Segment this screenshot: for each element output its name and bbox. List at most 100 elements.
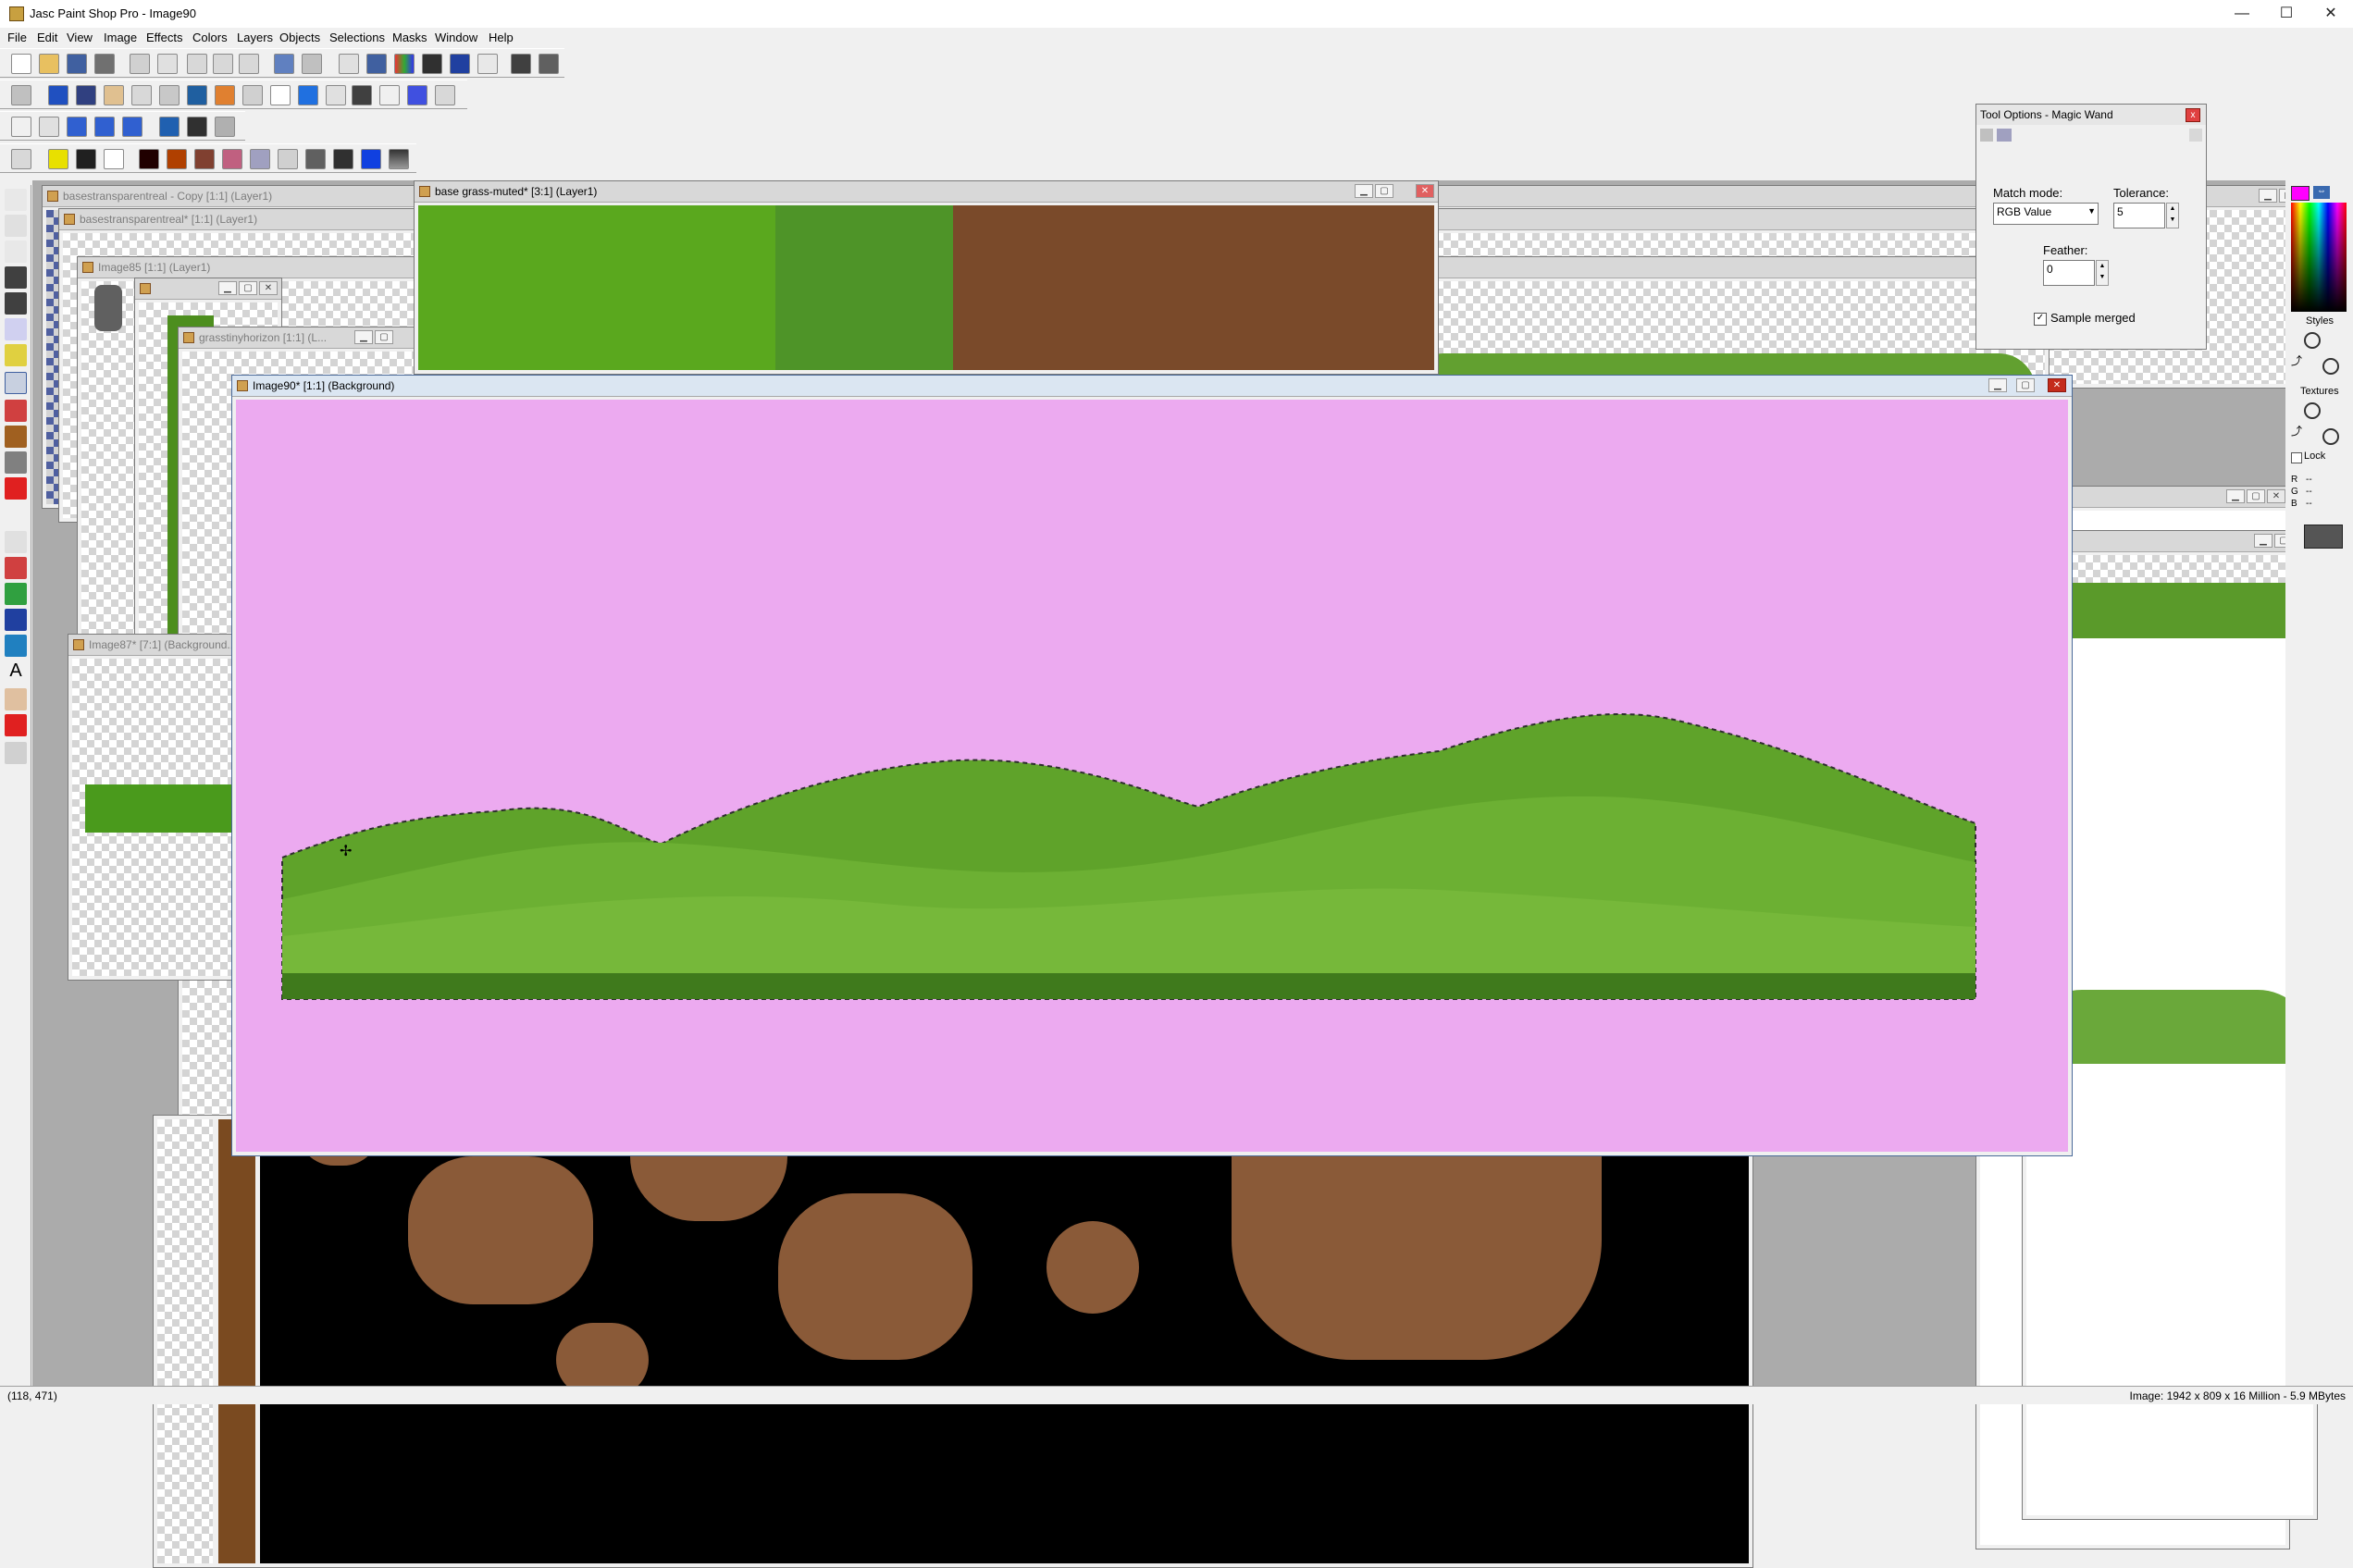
doc-minimize-button[interactable]: ▁	[1988, 378, 2007, 392]
arrow-first-icon[interactable]	[122, 117, 142, 137]
doc-minimize-button[interactable]: ▁	[2226, 489, 2245, 503]
layer-palette-icon[interactable]	[450, 54, 470, 74]
grayscale-icon[interactable]	[242, 85, 263, 105]
filters-icon[interactable]	[435, 85, 455, 105]
color-palette-icon[interactable]	[394, 54, 415, 74]
menu-edit[interactable]: Edit	[37, 31, 57, 44]
menu-view[interactable]: View	[67, 31, 93, 44]
mask-icon[interactable]	[139, 149, 159, 169]
tolerance-input[interactable]: 5	[2113, 203, 2165, 228]
menu-image[interactable]: Image	[104, 31, 137, 44]
menu-help[interactable]: Help	[489, 31, 514, 44]
document-title-bar[interactable]: ▁ ▢ ✕	[1403, 209, 2049, 230]
tool-options-close-button[interactable]: x	[2186, 108, 2200, 122]
dropper-tool-icon[interactable]	[5, 400, 27, 422]
document-window-dirt[interactable]	[153, 1115, 1753, 1568]
cut-icon[interactable]	[187, 54, 207, 74]
swap-colors-icon[interactable]: ⇔	[2313, 186, 2330, 199]
full-screen-icon[interactable]	[302, 54, 322, 74]
airbrush-tool-icon[interactable]	[5, 609, 27, 631]
merge-icon[interactable]	[215, 117, 235, 137]
menu-objects[interactable]: Objects	[279, 31, 320, 44]
styles-none-icon-2[interactable]	[2322, 358, 2339, 375]
document-title-bar[interactable]: Image85 [1:1] (Layer1)	[78, 257, 446, 278]
crop-tool-icon[interactable]	[5, 266, 27, 289]
paint-brush-icon[interactable]	[11, 149, 31, 169]
histogram-icon[interactable]	[422, 54, 442, 74]
document-title-bar[interactable]: basestransparentreal* [1:1] (Layer1)	[59, 209, 446, 230]
canvas-size-icon[interactable]	[159, 85, 180, 105]
crosshair-icon[interactable]	[11, 117, 31, 137]
menu-file[interactable]: File	[7, 31, 27, 44]
draw-tool-icon[interactable]	[5, 688, 27, 710]
color-picker-icon[interactable]	[407, 85, 427, 105]
tolerance-spinner[interactable]: ▲ ▼	[2166, 203, 2179, 228]
globe-icon[interactable]	[159, 117, 180, 137]
line-icon[interactable]	[76, 149, 96, 169]
bottle-icon[interactable]	[352, 85, 372, 105]
document-title-bar[interactable]: Image90* [1:1] (Background) ▁ ▢ ✕	[232, 376, 2072, 397]
add-layer-icon[interactable]	[39, 117, 59, 137]
doc-close-button[interactable]: ✕	[1416, 184, 1434, 198]
document-title-bar[interactable]: ▁ ▢ ✕	[135, 278, 281, 300]
picture-tube-tool-icon[interactable]	[5, 583, 27, 605]
doc-maximize-button[interactable]: ▢	[2247, 489, 2265, 503]
print-icon[interactable]	[94, 54, 115, 74]
color-spectrum[interactable]	[2291, 203, 2347, 312]
color-preview-swatch[interactable]	[2304, 525, 2343, 549]
save-icon[interactable]	[67, 54, 87, 74]
effect-browser-icon[interactable]	[298, 85, 318, 105]
styles-none-icon[interactable]	[2304, 332, 2321, 349]
retouch-tool-icon[interactable]	[5, 503, 27, 525]
channels-icon[interactable]	[250, 149, 270, 169]
menu-window[interactable]: Window	[435, 31, 477, 44]
sample-merged-checkbox[interactable]: ✓	[2034, 313, 2047, 326]
tool-options-window[interactable]: Tool Options - Magic Wand x Match mode: …	[1975, 104, 2207, 350]
levels-icon[interactable]	[278, 149, 298, 169]
gradient-bar-icon[interactable]	[389, 149, 409, 169]
crop-to-selection-icon[interactable]	[11, 85, 31, 105]
negative-icon[interactable]	[270, 85, 291, 105]
match-mode-select[interactable]: RGB Value ▼	[1993, 203, 2099, 225]
doc-close-button[interactable]: ✕	[2267, 489, 2285, 503]
menu-colors[interactable]: Colors	[192, 31, 228, 44]
undo-icon[interactable]	[130, 54, 150, 74]
open-icon[interactable]	[39, 54, 59, 74]
clone-brush-tool-icon[interactable]	[5, 451, 27, 474]
text-tool-icon[interactable]: A	[5, 661, 27, 683]
menu-masks[interactable]: Masks	[392, 31, 427, 44]
select-icon[interactable]	[104, 149, 124, 169]
textures-none-icon[interactable]	[2304, 402, 2321, 419]
arrow-tool-icon[interactable]	[5, 189, 27, 211]
color-balance-icon[interactable]	[215, 85, 235, 105]
document-title-bar[interactable]: ▁ ▢ ✕	[1403, 257, 2049, 278]
textures-none-icon-2[interactable]	[2322, 428, 2339, 445]
color-replacer-tool-icon[interactable]	[5, 477, 27, 500]
new-icon[interactable]	[11, 54, 31, 74]
settings-icon[interactable]	[333, 149, 353, 169]
preset-shapes-tool-icon[interactable]	[5, 714, 27, 736]
pin-icon[interactable]	[2189, 129, 2202, 142]
highlight-icon[interactable]	[48, 149, 68, 169]
arrow-left-icon[interactable]	[67, 117, 87, 137]
resize-icon[interactable]	[131, 85, 152, 105]
mirror-icon[interactable]	[76, 85, 96, 105]
undo-effect-icon[interactable]	[326, 85, 346, 105]
doc-minimize-button[interactable]: ▁	[2254, 534, 2273, 548]
scratch-remover-tool-icon[interactable]	[5, 531, 27, 553]
brightness-icon[interactable]	[187, 85, 207, 105]
doc-maximize-button[interactable]: ▢	[2016, 378, 2035, 392]
doc-close-button[interactable]: ✕	[259, 281, 278, 295]
document-title-bar[interactable]: base grass-muted* [3:1] (Layer1) ▁ ▢ ✕	[415, 181, 1438, 203]
maximize-button[interactable]: ☐	[2265, 0, 2308, 28]
doc-minimize-button[interactable]: ▁	[1355, 184, 1373, 198]
paint-brush-tool-icon[interactable]	[5, 426, 27, 448]
menu-effects[interactable]: Effects	[146, 31, 183, 44]
redo-icon[interactable]	[157, 54, 178, 74]
magic-wand-tool-icon[interactable]	[5, 372, 27, 394]
doc-minimize-button[interactable]: ▁	[218, 281, 237, 295]
gradient-icon[interactable]	[194, 149, 215, 169]
lock-checkbox[interactable]	[2291, 452, 2302, 463]
foreground-swatch[interactable]	[2291, 186, 2310, 201]
document-window-image90[interactable]: Image90* [1:1] (Background) ▁ ▢ ✕ ✢	[231, 375, 2073, 1156]
